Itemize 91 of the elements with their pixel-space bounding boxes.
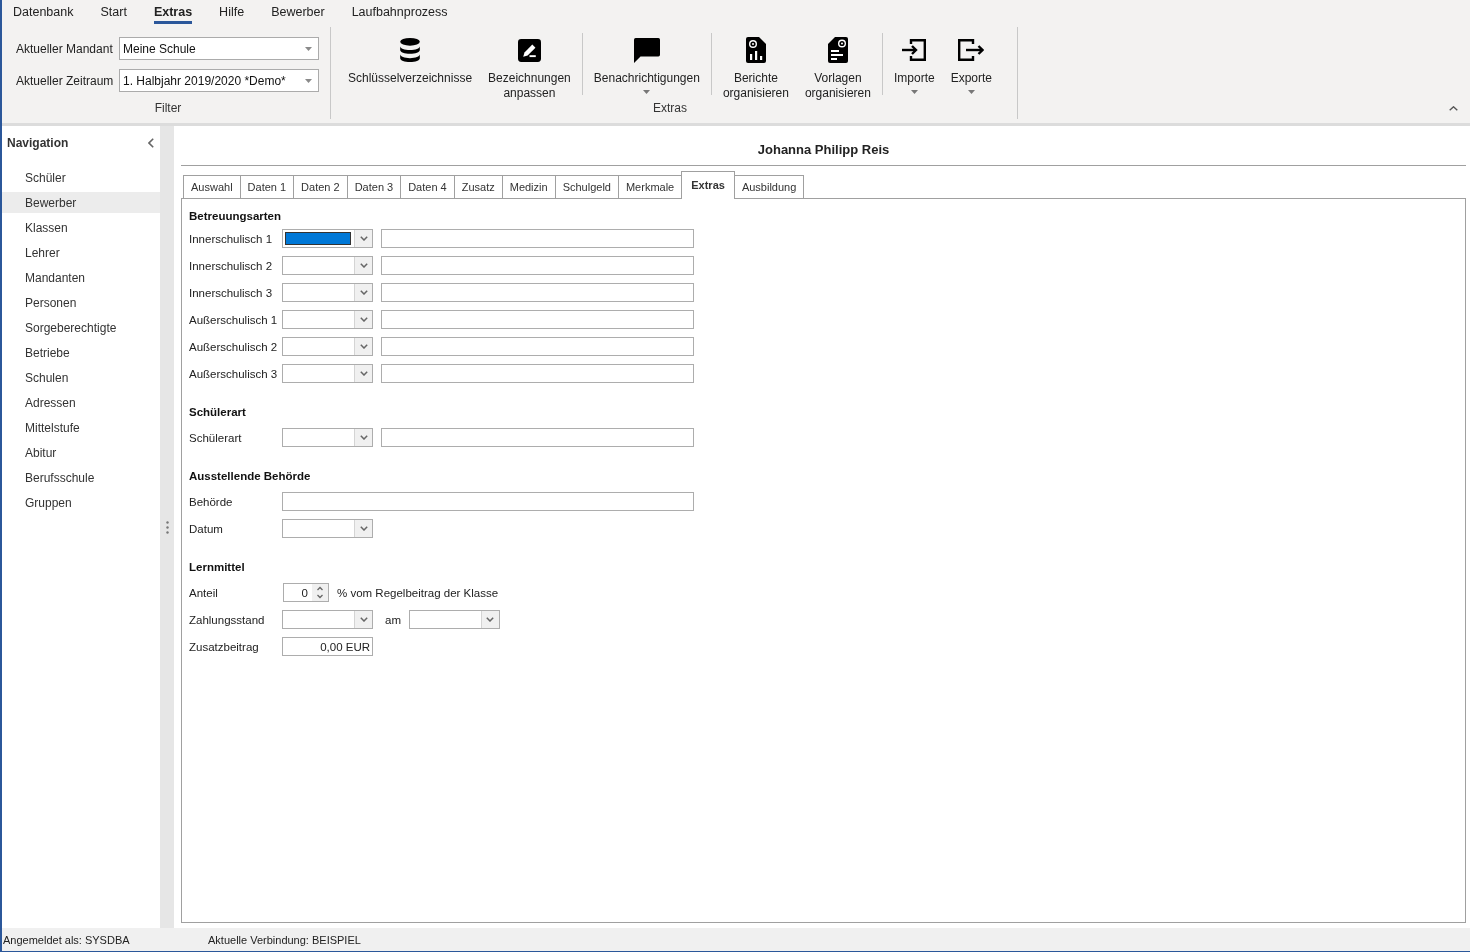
dropdown-button[interactable] [354, 230, 372, 247]
status-text: Angemeldet als: SYSDBA [2, 933, 131, 946]
field-label: Außerschulisch 2 [189, 340, 279, 353]
chevron-down-icon [359, 236, 368, 241]
amount-field[interactable]: 0,00 EUR [282, 637, 373, 656]
field-label: am [385, 613, 401, 626]
tab[interactable]: Auswahl [183, 175, 241, 198]
template-document-icon [827, 37, 848, 63]
chevron-down-icon [359, 526, 368, 531]
field-label: Innerschulisch 2 [189, 259, 274, 272]
chevron-left-icon[interactable] [148, 138, 154, 148]
menu-tab[interactable]: Bewerber [271, 0, 325, 24]
section-heading: Lernmittel [189, 560, 246, 574]
field-hint: % vom Regelbeitrag der Klasse [337, 586, 499, 599]
text-field[interactable] [381, 337, 694, 356]
field-label: Außerschulisch 3 [189, 367, 279, 380]
dropdown-button[interactable] [481, 611, 499, 628]
field-label: Innerschulisch 1 [189, 232, 274, 245]
field-label: Innerschulisch 3 [189, 286, 274, 299]
dropdown-button[interactable] [354, 311, 372, 328]
field-label: Behörde [189, 495, 234, 508]
edit-icon [517, 38, 541, 62]
filter-label: Aktueller Mandant [16, 41, 114, 56]
menu-tab[interactable]: Hilfe [219, 0, 245, 24]
dropdown-button[interactable] [354, 257, 372, 274]
caret-down-icon [910, 90, 918, 94]
record-title: Johanna Philipp Reis [757, 142, 890, 158]
dropdown-button[interactable] [354, 365, 372, 382]
field-label: Zusatzbeitrag [189, 640, 260, 653]
section-heading: Ausstellende Behörde [189, 469, 312, 483]
database-icon [400, 38, 421, 62]
status-text: Aktuelle Verbindung: BEISPIEL [208, 933, 361, 946]
import-icon [902, 39, 927, 61]
caret-down-icon [305, 46, 312, 51]
chevron-down-icon [359, 290, 368, 295]
navigation-title: Navigation [7, 136, 69, 150]
text-field[interactable] [381, 310, 694, 329]
combo-box[interactable]: Meine Schule [119, 37, 319, 60]
filter-label: Aktueller Zeitraum [16, 73, 115, 88]
field-label: Anteil [189, 586, 219, 599]
section-heading: Schülerart [189, 405, 247, 419]
caret-down-icon [305, 78, 312, 83]
chevron-up-icon[interactable] [1449, 106, 1458, 111]
export-icon [958, 39, 985, 61]
field-label: Zahlungsstand [189, 613, 266, 626]
text-field[interactable] [381, 256, 694, 275]
field-label: Außerschulisch 1 [189, 313, 279, 326]
dropdown-button[interactable] [354, 520, 372, 537]
grip-icon[interactable] [165, 520, 169, 534]
combo-box[interactable]: 1. Halbjahr 2019/2020 *Demo* [119, 69, 319, 92]
ribbon-button[interactable]: Exporte [944, 37, 998, 94]
group-label: Filter [154, 101, 182, 117]
menu-tab[interactable]: Datenbank [13, 0, 74, 24]
ribbon-button[interactable]: Benachrichtigungen [587, 37, 706, 94]
dropdown-button[interactable] [354, 429, 372, 446]
dropdown-button[interactable] [354, 338, 372, 355]
spin-arrows-icon[interactable] [312, 584, 328, 601]
text-field[interactable] [381, 283, 694, 302]
nav-item[interactable]: Bewerber [2, 192, 160, 213]
number-spin-field[interactable]: 0 [283, 583, 329, 602]
ribbon-button[interactable]: Schlüsselverzeichnisse [342, 37, 479, 101]
menu-tab[interactable]: Laufbahnprozess [351, 0, 448, 24]
chevron-down-icon [486, 617, 495, 622]
chevron-down-icon [359, 617, 368, 622]
menu-tab[interactable]: Start [100, 0, 127, 24]
text-field[interactable] [282, 492, 694, 511]
field-label: Schülerart [189, 431, 243, 444]
tab[interactable]: Ausbildung [733, 175, 805, 198]
speech-bubble-icon [633, 37, 660, 63]
caret-down-icon [967, 90, 975, 94]
group-label: Extras [653, 101, 687, 117]
chevron-down-icon [359, 317, 368, 322]
text-field[interactable] [381, 364, 694, 383]
combo-box[interactable] [282, 229, 373, 248]
ribbon-button[interactable]: Importe [887, 37, 941, 94]
chevron-down-icon [359, 263, 368, 268]
chevron-down-icon [359, 344, 368, 349]
ribbon-button[interactable]: Berichte organisieren [716, 37, 795, 101]
chevron-down-icon [359, 371, 368, 376]
field-label: Datum [189, 522, 224, 535]
report-document-icon [745, 37, 766, 63]
ribbon-button[interactable]: Vorlagen organisieren [798, 37, 877, 101]
dropdown-button[interactable] [354, 611, 372, 628]
tab[interactable]: Extras [681, 171, 735, 199]
text-field[interactable] [381, 428, 694, 447]
ribbon-button[interactable]: Bezeichnungen anpassen [482, 37, 577, 101]
dropdown-button[interactable] [354, 284, 372, 301]
section-heading: Betreuungsarten [189, 209, 283, 223]
caret-down-icon [643, 90, 651, 94]
text-field[interactable] [381, 229, 694, 248]
chevron-down-icon [359, 435, 368, 440]
